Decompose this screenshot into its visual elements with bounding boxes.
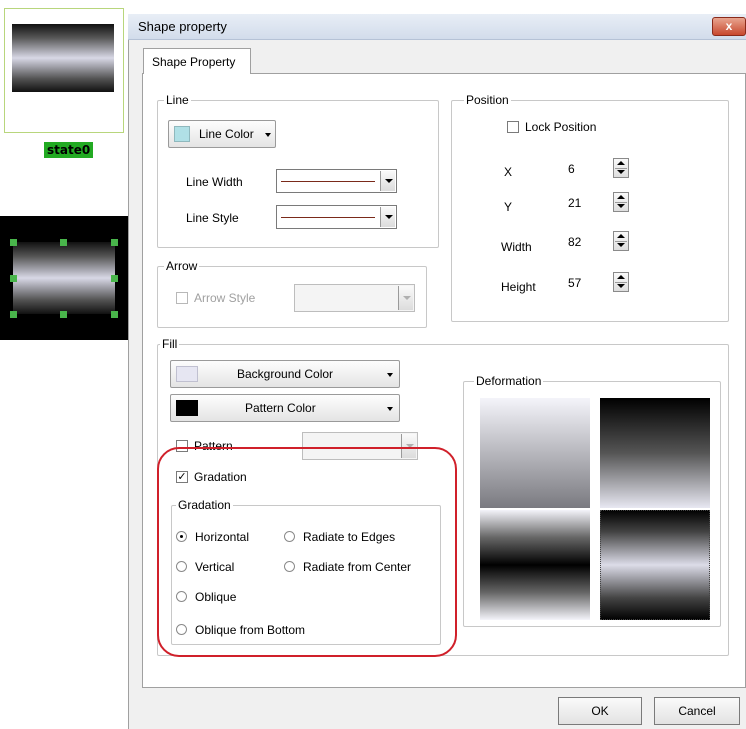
resize-handle-tl[interactable] — [10, 239, 17, 246]
spinner-divider — [615, 168, 627, 169]
resize-handle-b[interactable] — [60, 311, 67, 318]
chevron-down-icon — [403, 296, 411, 300]
state-thumbnail-preview — [12, 24, 114, 92]
x-value: 6 — [568, 162, 575, 176]
pattern-color-button[interactable]: Pattern Color — [170, 394, 400, 422]
width-spinner[interactable] — [613, 231, 629, 251]
height-input[interactable]: 57 — [564, 272, 604, 294]
cancel-button[interactable]: Cancel — [654, 697, 740, 725]
line-width-preview — [281, 181, 375, 182]
chevron-down-icon — [385, 215, 393, 219]
width-value: 82 — [568, 235, 582, 249]
height-label: Height — [501, 280, 536, 294]
spin-down-icon[interactable] — [617, 284, 625, 288]
pattern-color-label: Pattern Color — [245, 401, 316, 415]
resize-handle-l[interactable] — [10, 275, 17, 282]
x-spinner[interactable] — [613, 158, 629, 178]
y-input[interactable]: 21 — [564, 192, 604, 214]
deformation-group-title: Deformation — [474, 374, 544, 388]
spin-up-icon[interactable] — [617, 161, 625, 165]
selected-shape[interactable] — [13, 242, 115, 314]
line-color-button[interactable]: Line Color — [168, 120, 276, 148]
arrow-style-label: Arrow Style — [194, 291, 256, 305]
arrow-style-checkbox[interactable] — [176, 292, 188, 304]
ok-label: OK — [591, 704, 609, 718]
fill-group-title: Fill — [160, 337, 180, 351]
background-color-swatch — [176, 366, 198, 382]
tab-shape-property[interactable]: Shape Property — [143, 48, 251, 74]
dialog-title: Shape property — [138, 19, 227, 34]
background-color-label: Background Color — [237, 367, 334, 381]
lock-position-checkbox[interactable] — [507, 121, 519, 133]
spinner-divider — [615, 202, 627, 203]
position-group-title: Position — [464, 93, 511, 107]
resize-handle-br[interactable] — [111, 311, 118, 318]
resize-handle-r[interactable] — [111, 275, 118, 282]
spin-down-icon[interactable] — [617, 204, 625, 208]
dropdown-button[interactable] — [380, 171, 395, 191]
pattern-color-swatch — [176, 400, 198, 416]
arrow-group-title: Arrow — [164, 259, 200, 273]
close-button[interactable]: x — [712, 17, 746, 36]
spinner-divider — [615, 241, 627, 242]
x-input[interactable]: 6 — [564, 158, 604, 180]
arrow-style-select[interactable] — [294, 284, 415, 312]
chevron-down-icon — [385, 179, 393, 183]
lock-position-label: Lock Position — [525, 120, 597, 134]
y-value: 21 — [568, 196, 582, 210]
spinner-divider — [615, 282, 627, 283]
y-label: Y — [504, 200, 513, 214]
width-label: Width — [501, 240, 532, 254]
dropdown-button[interactable] — [380, 207, 395, 227]
line-color-swatch — [174, 126, 190, 142]
line-style-select[interactable] — [276, 205, 397, 229]
ok-button[interactable]: OK — [558, 697, 642, 725]
height-spinner[interactable] — [613, 272, 629, 292]
state-label: state0 — [44, 142, 94, 158]
resize-handle-tr[interactable] — [111, 239, 118, 246]
deformation-preview-center-dark[interactable] — [480, 510, 590, 620]
line-color-label: Line Color — [199, 127, 254, 141]
dropdown-button[interactable] — [398, 286, 413, 310]
spin-up-icon[interactable] — [617, 195, 625, 199]
resize-handle-t[interactable] — [60, 239, 67, 246]
deformation-preview-bottom-top[interactable] — [600, 398, 710, 508]
y-spinner[interactable] — [613, 192, 629, 212]
highlight-annotation — [157, 447, 457, 657]
close-icon: x — [725, 19, 733, 33]
cancel-label: Cancel — [678, 704, 716, 718]
line-width-label: Line Width — [186, 175, 243, 189]
deformation-preview-top-bottom[interactable] — [480, 398, 590, 508]
line-style-label: Line Style — [186, 211, 239, 225]
tab-label: Shape Property — [152, 55, 236, 69]
background-color-button[interactable]: Background Color — [170, 360, 400, 388]
spin-up-icon[interactable] — [617, 234, 625, 238]
resize-handle-bl[interactable] — [10, 311, 17, 318]
spin-up-icon[interactable] — [617, 275, 625, 279]
spin-down-icon[interactable] — [617, 243, 625, 247]
spin-down-icon[interactable] — [617, 170, 625, 174]
line-group-title: Line — [164, 93, 191, 107]
height-value: 57 — [568, 276, 582, 290]
line-width-select[interactable] — [276, 169, 397, 193]
deformation-preview-center-light[interactable] — [600, 510, 710, 620]
width-input[interactable]: 82 — [564, 231, 604, 253]
line-style-preview — [281, 217, 375, 218]
x-label: X — [504, 165, 513, 179]
